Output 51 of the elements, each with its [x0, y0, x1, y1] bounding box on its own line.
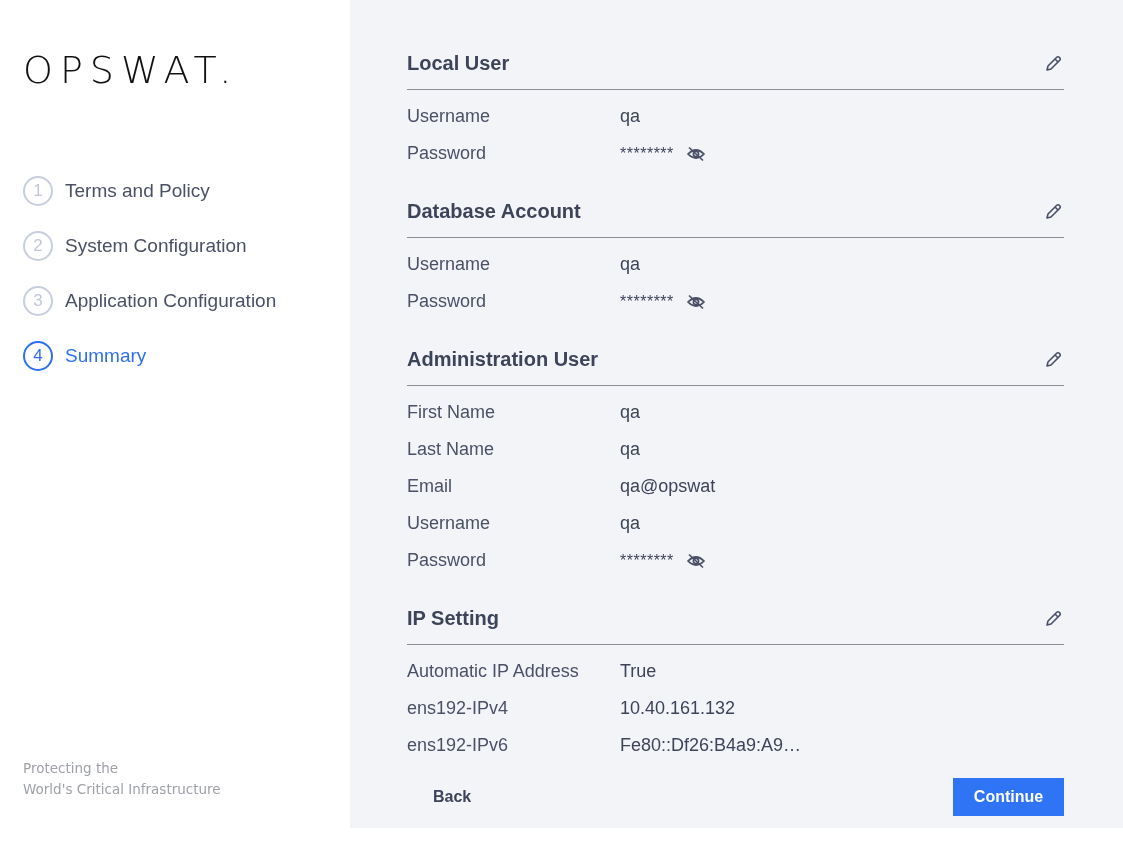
- field-label: Automatic IP Address: [407, 661, 580, 682]
- field-value: True: [620, 661, 657, 682]
- pencil-icon[interactable]: [1044, 202, 1062, 221]
- masked-password: ********: [620, 144, 674, 163]
- step-item[interactable]: 2 System Configuration: [23, 231, 247, 261]
- tagline: Protecting the World's Critical Infrastructure: [23, 759, 221, 799]
- step-label: Terms and Policy: [65, 180, 210, 202]
- eye-slash-icon[interactable]: [685, 293, 706, 310]
- back-button[interactable]: Back: [407, 778, 498, 816]
- section-title: Administration User: [407, 348, 599, 371]
- pencil-icon[interactable]: [1044, 350, 1062, 369]
- continue-button[interactable]: Continue: [953, 778, 1064, 816]
- field-label: Username: [407, 513, 492, 534]
- field-label: Username: [407, 254, 492, 275]
- step-label: Summary: [65, 345, 147, 367]
- pencil-icon[interactable]: [1044, 54, 1062, 73]
- field-value: qa@opswat: [620, 476, 716, 497]
- field-label: Password: [407, 143, 488, 164]
- eye-slash-icon[interactable]: [685, 145, 706, 162]
- step-number: 4: [23, 341, 53, 371]
- field-label: Email: [407, 476, 453, 497]
- field-value: 10.40.161.132: [620, 698, 736, 719]
- field-value: qa: [620, 106, 641, 127]
- field-label: Password: [407, 550, 488, 571]
- eye-slash-icon[interactable]: [685, 552, 706, 569]
- field-label: Username: [407, 106, 492, 127]
- section-title: Local User: [407, 52, 510, 75]
- section-title: IP Setting: [407, 607, 499, 630]
- section-title: Database Account: [407, 200, 581, 223]
- step-item[interactable]: 1 Terms and Policy: [23, 176, 210, 206]
- field-label: Last Name: [407, 439, 496, 460]
- step-item[interactable]: 3 Application Configuration: [23, 286, 277, 316]
- field-value: qa: [620, 254, 641, 275]
- step-item[interactable]: 4 Summary: [23, 341, 147, 371]
- field-label: ens192-IPv6: [407, 735, 510, 756]
- field-label: First Name: [407, 402, 496, 423]
- field-value: qa: [620, 439, 641, 460]
- pencil-icon[interactable]: [1044, 609, 1062, 628]
- masked-password: ********: [620, 292, 674, 311]
- field-value: qa: [620, 513, 641, 534]
- field-label: ens192-IPv4: [407, 698, 510, 719]
- logo: OPSWAT.: [23, 47, 239, 94]
- step-label: System Configuration: [65, 235, 247, 257]
- field-value: qa: [620, 402, 641, 423]
- step-label: Application Configuration: [65, 290, 277, 312]
- step-number: 2: [23, 231, 53, 261]
- field-value: Fe80::Df26:B4a9:A9…: [620, 735, 802, 756]
- field-label: Password: [407, 291, 488, 312]
- step-number: 3: [23, 286, 53, 316]
- step-number: 1: [23, 176, 53, 206]
- masked-password: ********: [620, 551, 674, 570]
